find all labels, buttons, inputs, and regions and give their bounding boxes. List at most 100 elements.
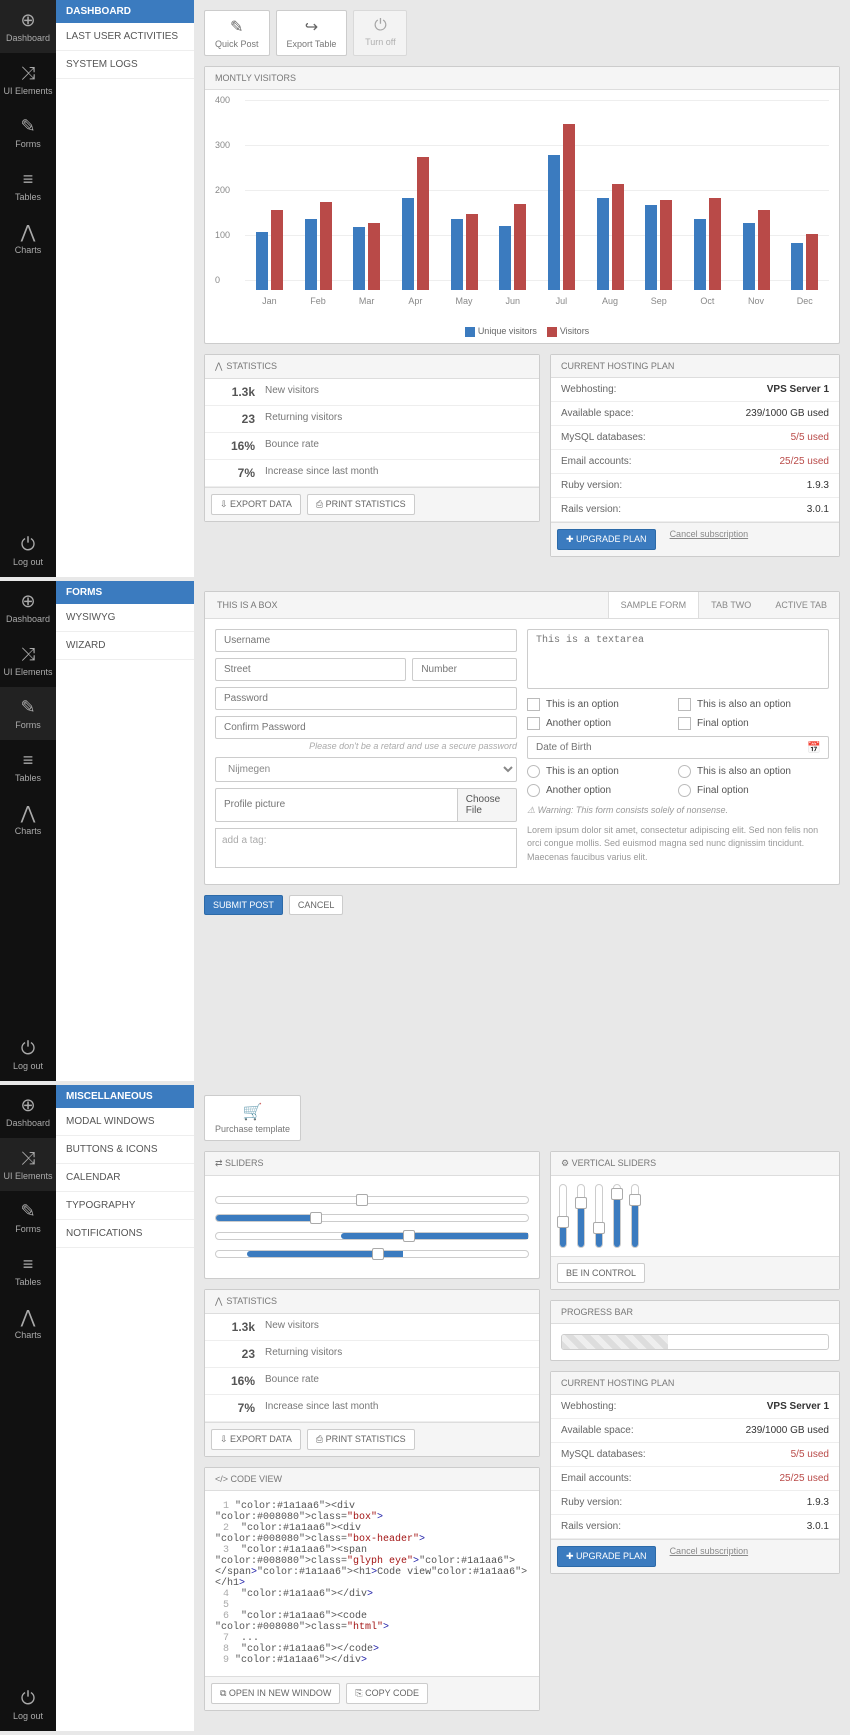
username-input[interactable]: [215, 629, 517, 652]
bar: [694, 219, 706, 290]
export-data-button[interactable]: ⇩ EXPORT DATA: [211, 1429, 301, 1450]
tab-sample-form[interactable]: SAMPLE FORM: [608, 592, 700, 618]
nav-charts[interactable]: ⋀Charts: [0, 1297, 56, 1350]
dob-input[interactable]: [527, 736, 829, 759]
radio[interactable]: [527, 784, 540, 797]
copy-code-button[interactable]: ⎘ COPY CODE: [346, 1683, 428, 1704]
confirm-password-input[interactable]: [215, 716, 517, 739]
slider[interactable]: [215, 1214, 529, 1222]
tag-input[interactable]: add a tag:: [215, 828, 517, 868]
box-header: </> CODE VIEW: [205, 1468, 539, 1491]
number-input[interactable]: [412, 658, 517, 681]
submenu-item[interactable]: LAST USER ACTIVITIES: [56, 23, 194, 51]
slider-handle[interactable]: [611, 1188, 623, 1200]
upgrade-plan-button[interactable]: ✚ UPGRADE PLAN: [557, 1546, 656, 1567]
export-table-button[interactable]: ↪Export Table: [276, 10, 348, 56]
submenu-item[interactable]: TYPOGRAPHY: [56, 1192, 194, 1220]
vertical-slider[interactable]: [595, 1184, 603, 1248]
submit-post-button[interactable]: SUBMIT POST: [204, 895, 283, 915]
hosting-row: Ruby version:1.9.3: [551, 1491, 839, 1515]
code-line: 6 "color:#1a1aa6"><code "color:#008080">…: [215, 1611, 529, 1633]
slider[interactable]: [215, 1250, 529, 1258]
cancel-button[interactable]: CANCEL: [289, 895, 344, 915]
print-statistics-button[interactable]: ⎙ PRINT STATISTICS: [307, 494, 415, 515]
logout-button[interactable]: ⏻Log out: [0, 524, 56, 577]
purchase-template-button[interactable]: 🛒Purchase template: [204, 1095, 301, 1141]
nav-ui-elements[interactable]: ⤨UI Elements: [0, 1138, 56, 1191]
nav-forms[interactable]: ✎Forms: [0, 1191, 56, 1244]
stat-row: 7%Increase since last month: [205, 1395, 539, 1422]
nav-ui-elements[interactable]: ⤨UI Elements: [0, 53, 56, 106]
nav-charts[interactable]: ⋀Charts: [0, 793, 56, 846]
vertical-slider[interactable]: [613, 1184, 621, 1248]
nav-dashboard[interactable]: ⊕Dashboard: [0, 581, 56, 634]
submenu-item[interactable]: MODAL WINDOWS: [56, 1108, 194, 1136]
quick-post-button[interactable]: ✎Quick Post: [204, 10, 270, 56]
slider-handle[interactable]: [575, 1197, 587, 1209]
submenu-item[interactable]: WYSIWYG: [56, 604, 194, 632]
slider[interactable]: [215, 1232, 529, 1240]
tables-icon: ≡: [0, 1254, 56, 1275]
submenu-item[interactable]: SYSTEM LOGS: [56, 51, 194, 79]
slider-handle[interactable]: [593, 1222, 605, 1234]
checkbox[interactable]: [527, 717, 540, 730]
print-statistics-button[interactable]: ⎙ PRINT STATISTICS: [307, 1429, 415, 1450]
nav-tables[interactable]: ≡Tables: [0, 740, 56, 793]
slider-handle[interactable]: [372, 1248, 384, 1260]
calendar-icon[interactable]: 📅: [807, 741, 821, 754]
dashboard-icon: ⊕: [0, 1095, 56, 1116]
textarea-input[interactable]: [527, 629, 829, 689]
password-input[interactable]: [215, 687, 517, 710]
bar-group: Mar: [342, 110, 391, 290]
logout-button[interactable]: ⏻Log out: [0, 1028, 56, 1081]
vertical-slider[interactable]: [559, 1184, 567, 1248]
slider-handle[interactable]: [557, 1216, 569, 1228]
box-header: MONTLY VISITORS: [205, 67, 839, 90]
cancel-subscription-link[interactable]: Cancel subscription: [670, 529, 749, 550]
be-in-control-button[interactable]: BE IN CONTROL: [557, 1263, 645, 1283]
radio[interactable]: [527, 765, 540, 778]
bar: [466, 214, 478, 290]
slider-handle[interactable]: [356, 1194, 368, 1206]
bar: [271, 210, 283, 290]
tab-active-tab[interactable]: ACTIVE TAB: [763, 592, 839, 618]
nav-ui-elements[interactable]: ⤨UI Elements: [0, 634, 56, 687]
logout-button[interactable]: ⏻Log out: [0, 1678, 56, 1731]
slider-handle[interactable]: [629, 1194, 641, 1206]
nav-dashboard[interactable]: ⊕Dashboard: [0, 1085, 56, 1138]
checkbox[interactable]: [678, 698, 691, 711]
slider-handle[interactable]: [310, 1212, 322, 1224]
nav-forms[interactable]: ✎Forms: [0, 106, 56, 159]
submenu-item[interactable]: WIZARD: [56, 632, 194, 660]
upgrade-plan-button[interactable]: ✚ UPGRADE PLAN: [557, 529, 656, 550]
export-data-button[interactable]: ⇩ EXPORT DATA: [211, 494, 301, 515]
city-select[interactable]: Nijmegen: [215, 757, 517, 782]
bar: [806, 234, 818, 290]
submenu-item[interactable]: BUTTONS & ICONS: [56, 1136, 194, 1164]
bar: [499, 226, 511, 290]
box-header: ⚙ VERTICAL SLIDERS: [551, 1152, 839, 1176]
slider[interactable]: [215, 1196, 529, 1204]
nav-charts[interactable]: ⋀Charts: [0, 212, 56, 265]
submenu-item[interactable]: NOTIFICATIONS: [56, 1220, 194, 1248]
nav-forms[interactable]: ✎Forms: [0, 687, 56, 740]
nav-tables[interactable]: ≡Tables: [0, 159, 56, 212]
nav-dashboard[interactable]: ⊕Dashboard: [0, 0, 56, 53]
open-new-window-button[interactable]: ⧉ OPEN IN NEW WINDOW: [211, 1683, 340, 1704]
vertical-slider[interactable]: [631, 1184, 639, 1248]
radio[interactable]: [678, 784, 691, 797]
street-input[interactable]: [215, 658, 406, 681]
cancel-subscription-link[interactable]: Cancel subscription: [670, 1546, 749, 1567]
nav-tables[interactable]: ≡Tables: [0, 1244, 56, 1297]
code-line: 3 "color:#1a1aa6"><span "color:#008080">…: [215, 1545, 529, 1589]
file-input[interactable]: [215, 788, 458, 822]
vertical-slider[interactable]: [577, 1184, 585, 1248]
tab-tab-two[interactable]: TAB TWO: [699, 592, 763, 618]
submenu-item[interactable]: CALENDAR: [56, 1164, 194, 1192]
checkbox[interactable]: [678, 717, 691, 730]
checkbox[interactable]: [527, 698, 540, 711]
choose-file-button[interactable]: Choose File: [458, 788, 517, 822]
hosting-row: Ruby version:1.9.3: [551, 474, 839, 498]
slider-handle[interactable]: [403, 1230, 415, 1242]
radio[interactable]: [678, 765, 691, 778]
